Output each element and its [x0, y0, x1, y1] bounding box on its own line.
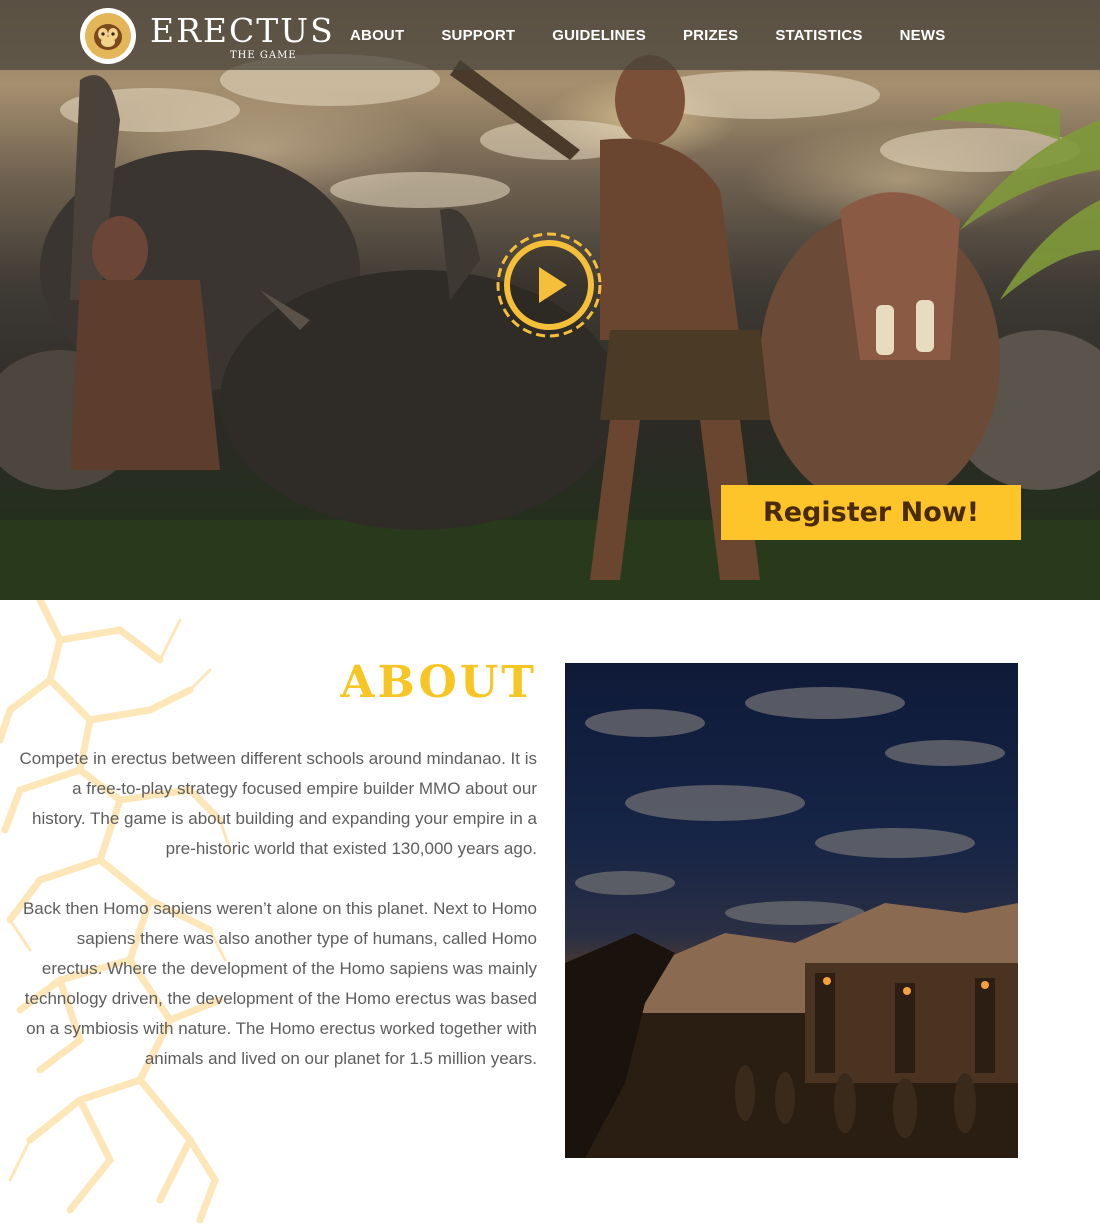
about-paragraph: Back then Homo sapiens weren’t alone on … — [22, 899, 537, 1068]
brand-tagline: THE GAME — [230, 50, 297, 61]
nav-item-support[interactable]: SUPPORT — [441, 27, 515, 44]
about-section: ABOUT Compete in erectus between differe… — [0, 600, 1100, 1231]
nav-item-statistics[interactable]: STATISTICS — [775, 27, 862, 44]
about-paragraph: Compete in erectus between different sch… — [19, 749, 537, 858]
nav-item-about[interactable]: ABOUT — [350, 27, 404, 44]
game-screenshot-image — [565, 663, 1018, 1158]
about-description: Compete in erectus between different sch… — [17, 744, 537, 1104]
main-nav: ABOUT SUPPORT GUIDELINES PRIZES STATISTI… — [350, 0, 982, 70]
nav-item-guidelines[interactable]: GUIDELINES — [552, 27, 646, 44]
hero-banner: ERECTUS THE GAME ABOUT SUPPORT GUIDELINE… — [0, 0, 1100, 600]
nav-item-news[interactable]: NEWS — [900, 27, 946, 44]
play-icon — [496, 232, 602, 338]
register-now-button[interactable]: Register Now! — [721, 485, 1021, 540]
site-logo[interactable]: ERECTUS THE GAME — [80, 8, 333, 64]
brand-name: ERECTUS — [150, 11, 335, 50]
logo-badge — [80, 8, 136, 64]
play-video-button[interactable] — [496, 232, 602, 338]
nav-item-prizes[interactable]: PRIZES — [683, 27, 738, 44]
about-heading: ABOUT — [340, 657, 537, 708]
top-navigation-bar: ERECTUS THE GAME ABOUT SUPPORT GUIDELINE… — [0, 0, 1100, 70]
monkey-face-icon — [85, 13, 131, 59]
